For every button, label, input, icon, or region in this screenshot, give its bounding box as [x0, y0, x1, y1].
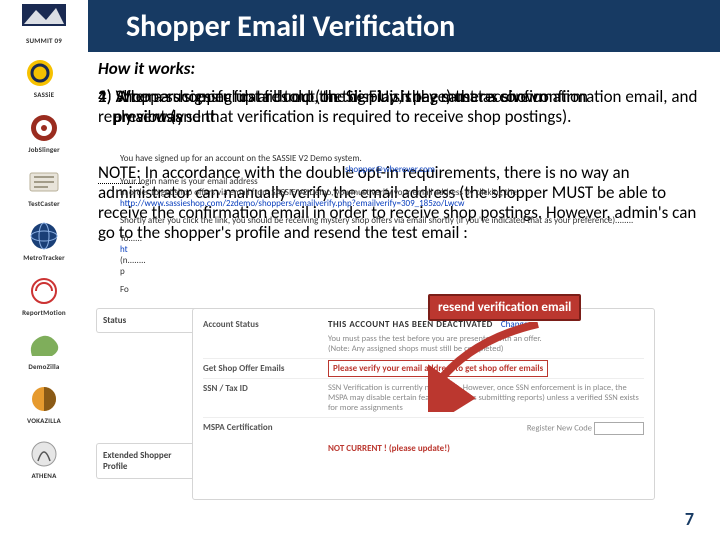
logo-demozilla: DemoZilla — [9, 330, 79, 370]
mini-line-3: In order to get shop offers via email fr… — [120, 187, 660, 198]
mspa-label: MSPA Certification — [203, 422, 328, 433]
how-it-works-label: How it works: — [98, 58, 698, 79]
logo-vokazilla: VOKAZILLA — [9, 384, 79, 424]
get-emails-label: Get Shop Offer Emails — [203, 363, 328, 374]
logo-jobslinger: JobSlinger — [9, 113, 79, 153]
reportmotion-icon — [22, 276, 66, 306]
logo-metrotracker: MetroTracker — [9, 221, 79, 261]
mini-line-1: You have signed up for an account on the… — [120, 153, 660, 164]
overlapping-steps: 4) After a successful data dump, the dis… — [98, 87, 698, 157]
logo-summit: SUMMIT 09 — [9, 4, 79, 44]
logo-sidebar: SUMMIT 09 SASSiE JobSlinger TestCaster M… — [0, 0, 88, 540]
summit-icon — [22, 4, 66, 34]
title-bar: Shopper Email Verification — [88, 0, 720, 52]
mini-address: shopper@wherever.com — [120, 164, 660, 175]
tab-extended-profile[interactable]: Extended Shopper Profile — [96, 443, 196, 479]
slide-title: Shopper Email Verification — [126, 8, 455, 45]
mini-verify-link: http://www.sassieshop.com/2zdemo/shopper… — [120, 198, 660, 209]
sassie-icon — [22, 58, 66, 88]
resend-button-callout[interactable]: resend verification email — [428, 294, 581, 321]
logo-testcaster: TestCaster — [9, 167, 79, 207]
vokazilla-icon — [22, 384, 66, 414]
panel-tabs: Status Extended Shopper Profile — [96, 308, 196, 481]
mini-line-4: Shortly after you click the link, you sh… — [120, 215, 660, 226]
mini-line-6: (n........ — [120, 255, 660, 266]
resend-callout: resend verification email — [428, 294, 581, 321]
testcaster-icon — [22, 167, 66, 197]
register-code-input[interactable] — [594, 422, 644, 435]
logo-reportmotion: ReportMotion — [9, 276, 79, 316]
register-code-label: Register New Code — [527, 424, 592, 434]
page-number: 7 — [685, 508, 694, 530]
step-layer-3: 1) When a shopper first fills out the Si… — [98, 87, 698, 126]
jobslinger-icon — [22, 113, 66, 143]
panel-body: Account Status THIS ACCOUNT HAS BEEN DEA… — [192, 308, 655, 500]
athena-icon — [22, 439, 66, 469]
mini-line-5: To...... — [120, 233, 660, 244]
not-current-warning: NOT CURRENT ! (please update!) — [328, 443, 450, 454]
tab-status[interactable]: Status — [96, 308, 196, 333]
demozilla-icon — [22, 330, 66, 360]
metrotracker-icon — [22, 221, 66, 251]
mini-ht: ht — [120, 244, 660, 255]
logo-athena: ATHENA — [9, 439, 79, 479]
logo-sassie: SASSiE — [9, 58, 79, 98]
mini-line-2: Your login name is your email address — [120, 176, 660, 187]
ssn-label: SSN / Tax ID — [203, 383, 328, 394]
arrow-icon — [428, 322, 578, 412]
account-status-label: Account Status — [203, 319, 328, 330]
mini-p: p — [120, 266, 660, 277]
